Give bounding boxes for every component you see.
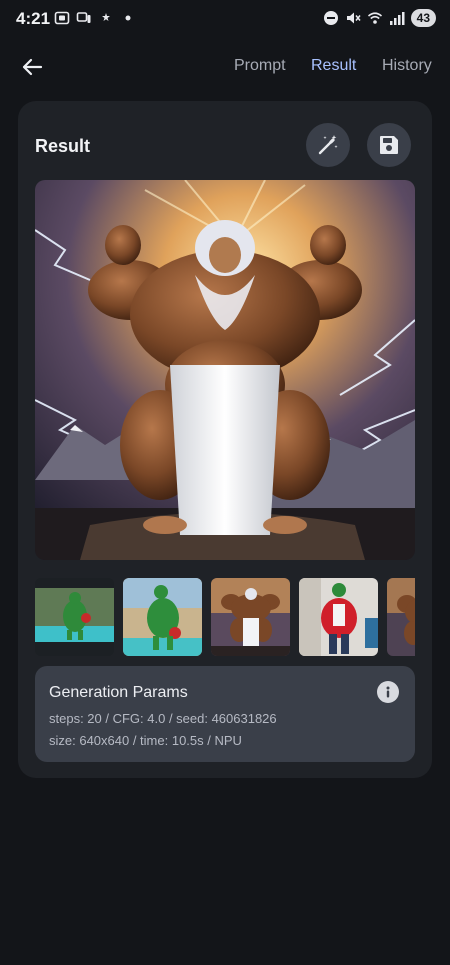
signal-icon — [389, 12, 405, 25]
params-info-button[interactable] — [377, 681, 399, 703]
params-title: Generation Params — [49, 684, 188, 701]
thumbnail-2-art — [123, 578, 202, 656]
result-image[interactable] — [35, 180, 415, 560]
params-line-2: size: 640x640 / time: 10.5s / NPU — [49, 733, 242, 748]
result-image-art — [35, 180, 415, 560]
tab-prompt[interactable]: Prompt — [234, 57, 286, 75]
thumbnail-strip[interactable] — [35, 578, 415, 656]
tab-result[interactable]: Result — [311, 57, 356, 75]
thumbnail-2[interactable] — [123, 578, 202, 656]
wifi-icon — [367, 12, 382, 24]
do-not-disturb-icon — [323, 11, 338, 25]
save-button[interactable] — [367, 123, 411, 167]
dot-icon — [125, 15, 131, 21]
generation-params-panel: Generation Params steps: 20 / CFG: 4.0 /… — [35, 666, 415, 762]
status-bar: 4:21 43 — [0, 0, 450, 40]
thumbnail-3-art — [211, 578, 290, 656]
info-icon — [386, 686, 390, 698]
status-left-icons — [54, 10, 136, 26]
screenshot-icon — [54, 11, 70, 25]
thumbnail-3-selected[interactable] — [211, 578, 290, 656]
thumbnail-4[interactable] — [299, 578, 378, 656]
back-button[interactable] — [18, 53, 46, 81]
result-card: Result Generation Params steps: 20 / CFG… — [18, 101, 432, 778]
battery-indicator: 43 — [410, 9, 436, 27]
save-icon — [380, 136, 398, 154]
cast-icon — [76, 12, 91, 23]
thumbnail-1-art — [35, 578, 114, 656]
magic-wand-icon — [318, 135, 338, 155]
thumbnail-5[interactable] — [387, 578, 415, 656]
result-title: Result — [35, 136, 91, 156]
status-right-icons: 43 — [323, 9, 436, 27]
thumbnail-1[interactable] — [35, 578, 114, 656]
enhance-button[interactable] — [306, 123, 350, 167]
tab-history[interactable]: History — [382, 57, 432, 75]
thumbnail-5-art — [387, 578, 415, 656]
params-line-1: steps: 20 / CFG: 4.0 / seed: 460631826 — [49, 711, 277, 726]
thumbnail-4-art — [299, 578, 378, 656]
weather-icon — [102, 13, 110, 21]
status-time: 4:21 — [16, 9, 51, 28]
mute-icon — [346, 12, 361, 24]
back-arrow-icon — [22, 58, 43, 76]
